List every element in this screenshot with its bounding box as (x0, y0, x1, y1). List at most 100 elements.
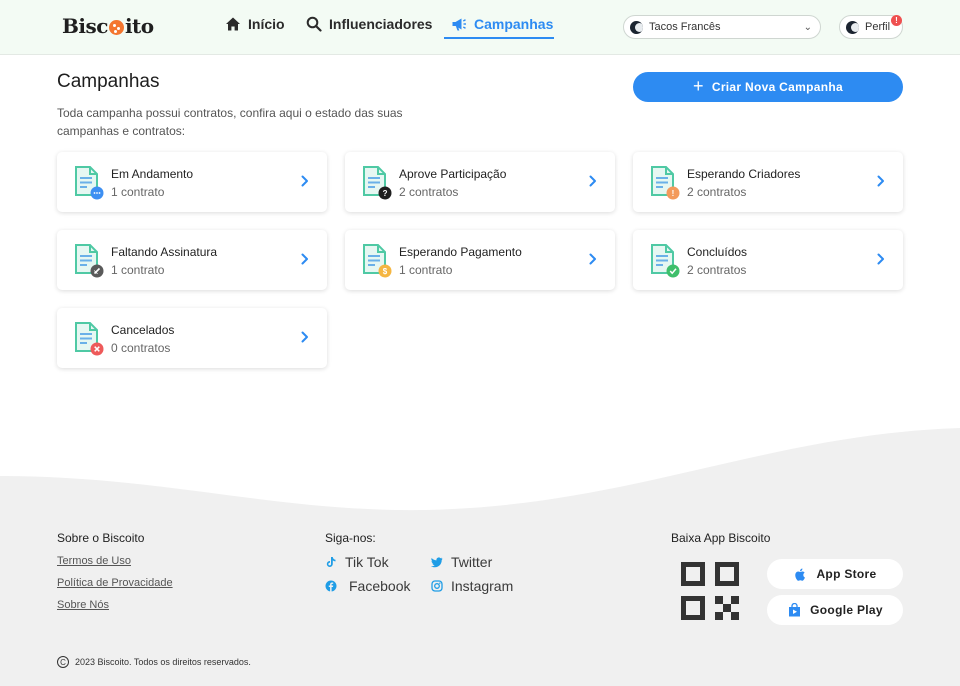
page-description: Toda campanha possui contratos, confira … (57, 106, 403, 138)
social-instagram[interactable]: Instagram (431, 578, 513, 594)
document-icon (75, 244, 104, 278)
document-icon (75, 322, 104, 356)
status-card[interactable]: Faltando Assinatura 1 contrato (57, 230, 327, 290)
status-card[interactable]: ! Esperando Criadores 2 contratos (633, 152, 903, 212)
chevron-right-icon (589, 253, 596, 265)
app-store-button[interactable]: App Store (767, 559, 903, 589)
document-icon (651, 244, 680, 278)
social-facebook-label: Facebook (349, 578, 411, 594)
status-card-title: Cancelados (111, 323, 175, 337)
status-card-title: Esperando Criadores (687, 167, 801, 181)
footer-about-title: Sobre o Biscoito (57, 531, 145, 545)
profile-label: Perfil (865, 21, 891, 33)
page-title: Campanhas (57, 71, 160, 92)
nav-inicio[interactable]: Início (225, 16, 285, 32)
google-play-button[interactable]: Google Play (767, 595, 903, 625)
footer-follow-title: Siga-nos: (325, 531, 376, 545)
logo-text-start: Bisc (62, 14, 108, 38)
chevron-right-icon (589, 175, 596, 187)
privacy-link[interactable]: Política de Provacidade (57, 577, 173, 589)
account-name: Tacos Francês (649, 21, 721, 33)
active-nav-indicator (444, 37, 554, 39)
nav-influenciadores[interactable]: Influenciadores (306, 16, 432, 32)
svg-text:$: $ (383, 267, 388, 276)
chevron-right-icon (877, 175, 884, 187)
status-card-title: Em Andamento (111, 167, 194, 181)
app-store-label: App Store (816, 567, 877, 581)
status-card-count: 0 contratos (111, 341, 171, 355)
footer-app-title: Baixa App Biscoito (671, 531, 771, 545)
chevron-right-icon (877, 253, 884, 265)
document-icon: ! (651, 166, 680, 200)
nav-campanhas[interactable]: Campanhas (451, 16, 553, 32)
status-card[interactable]: Em Andamento 1 contrato (57, 152, 327, 212)
status-card-count: 2 contratos (687, 185, 747, 199)
twitter-icon (431, 557, 443, 568)
biscoito-logo[interactable]: Bisc ito (62, 14, 154, 38)
nav-influenciadores-label: Influenciadores (329, 16, 433, 32)
facebook-icon (325, 580, 337, 592)
about-link[interactable]: Sobre Nós (57, 599, 109, 611)
svg-text:!: ! (672, 189, 675, 198)
cookie-icon (108, 19, 124, 35)
copyright: C 2023 Biscoito. Todos os direitos reser… (57, 656, 251, 668)
social-tiktok-label: Tik Tok (345, 554, 389, 570)
status-card-count: 1 contrato (399, 263, 453, 277)
status-card-count: 1 contrato (111, 185, 165, 199)
nav-campanhas-label: Campanhas (474, 16, 554, 32)
plus-icon: + (693, 76, 704, 96)
status-card[interactable]: Cancelados 0 contratos (57, 308, 327, 368)
status-card-title: Esperando Pagamento (399, 245, 522, 259)
chevron-right-icon (301, 175, 308, 187)
search-icon (306, 16, 322, 32)
create-campaign-button[interactable]: + Criar Nova Campanha (633, 72, 903, 102)
google-play-label: Google Play (810, 603, 883, 617)
copyright-icon: C (57, 656, 69, 668)
footer-wave-background (0, 428, 960, 686)
social-tiktok[interactable]: Tik Tok (325, 554, 389, 570)
question-icon: ? (378, 186, 392, 200)
instagram-icon (431, 580, 443, 592)
top-navbar: Bisc ito Início Influenciadores Campanhas… (0, 0, 960, 55)
chevron-right-icon (301, 331, 308, 343)
alert-icon: ! (666, 186, 680, 200)
more-icon (90, 186, 104, 200)
apple-icon (795, 568, 806, 581)
nav-inicio-label: Início (248, 16, 285, 32)
status-card[interactable]: $ Esperando Pagamento 1 contrato (345, 230, 615, 290)
qr-code (681, 562, 739, 620)
tiktok-icon (326, 557, 336, 567)
social-instagram-label: Instagram (451, 578, 514, 594)
terms-link[interactable]: Termos de Uso (57, 555, 131, 567)
status-card-count: 1 contrato (111, 263, 165, 277)
megaphone-icon (452, 18, 466, 31)
status-card-count: 2 contratos (399, 185, 459, 199)
status-card-title: Faltando Assinatura (111, 245, 218, 259)
document-icon: ? (363, 166, 392, 200)
chevron-right-icon (301, 253, 308, 265)
notification-badge: ! (891, 15, 902, 26)
dollar-icon: $ (378, 264, 392, 278)
status-card-count: 2 contratos (687, 263, 747, 277)
document-icon: $ (363, 244, 392, 278)
create-campaign-label: Criar Nova Campanha (711, 80, 843, 94)
social-twitter-label: Twitter (451, 554, 493, 570)
social-facebook[interactable]: Facebook (325, 578, 410, 594)
logo-text-end: ito (124, 14, 154, 38)
social-twitter[interactable]: Twitter (431, 554, 492, 570)
account-avatar (630, 20, 643, 34)
status-card-title: Concluídos (687, 245, 748, 259)
copyright-text: 2023 Biscoito. Todos os direitos reserva… (75, 657, 251, 667)
close-icon (90, 342, 104, 356)
status-card[interactable]: Concluídos 2 contratos (633, 230, 903, 290)
svg-text:?: ? (383, 189, 388, 198)
status-card-title: Aprove Participação (399, 167, 507, 181)
status-card[interactable]: ? Aprove Participação 2 contratos (345, 152, 615, 212)
document-icon (75, 166, 104, 200)
chevron-down-icon: ⌄ (803, 21, 812, 33)
account-selector[interactable]: Tacos Francês ⌄ (623, 15, 821, 39)
profile-avatar (846, 20, 859, 34)
google-play-icon (789, 602, 801, 616)
check-icon (666, 264, 680, 278)
home-icon (226, 17, 240, 31)
